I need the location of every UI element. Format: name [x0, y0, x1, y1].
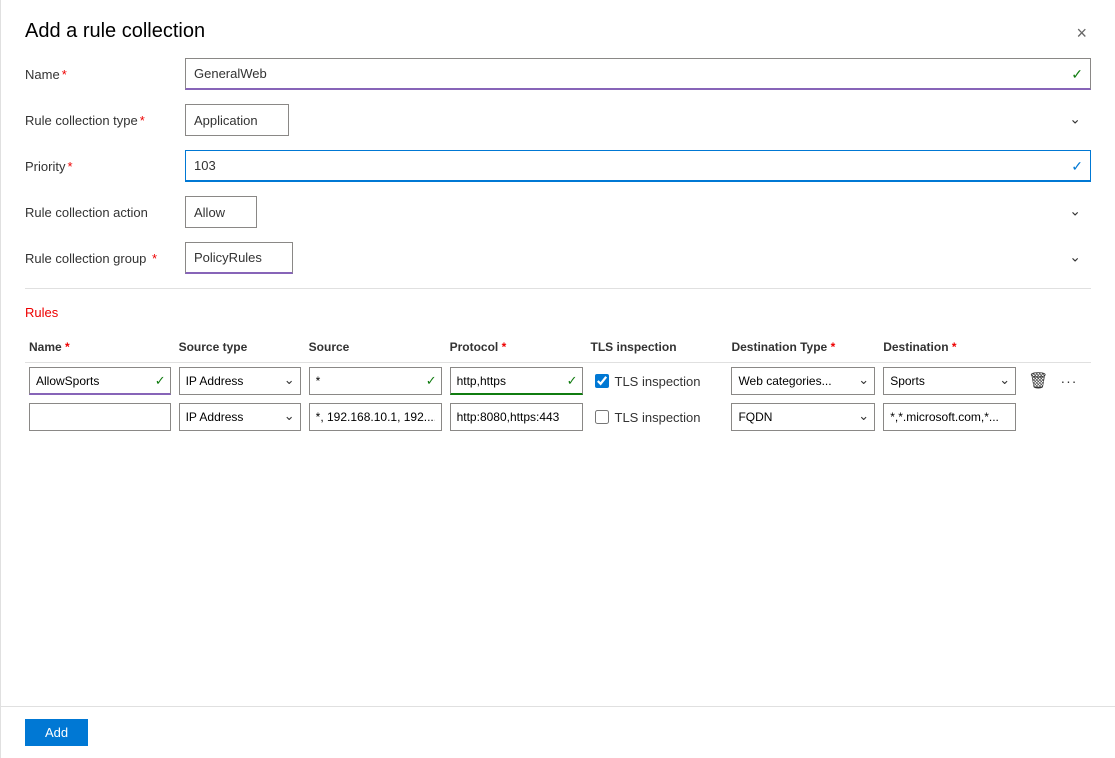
rule-collection-action-select[interactable]: Allow Deny	[185, 196, 257, 228]
row1-dest-type-wrapper: Web categories... FQDN IP Address	[731, 367, 875, 395]
rule-collection-type-select[interactable]: Application Network NAT	[185, 104, 289, 136]
row1-more-button[interactable]: ···	[1056, 371, 1081, 391]
row1-protocol-input[interactable]	[450, 367, 583, 395]
row2-tls-checkbox[interactable]	[595, 410, 609, 424]
rule-collection-group-row: Rule collection group * PolicyRules	[25, 242, 1091, 274]
row2-dest-input[interactable]	[883, 403, 1016, 431]
col-header-source: Source	[305, 336, 446, 363]
row2-source-type-select[interactable]: IP Address	[179, 403, 301, 431]
row1-name-check-icon: ✓	[155, 373, 166, 389]
row1-actions-cell: 🗑 ···	[1020, 363, 1091, 400]
row1-dest-select[interactable]: Sports	[883, 367, 1016, 395]
row1-dest-select-wrap: Sports	[883, 367, 1016, 395]
row2-actions-cell	[1020, 399, 1091, 435]
row1-tls-label: TLS inspection	[615, 374, 701, 389]
table-row: IP Address TLS inspection	[25, 399, 1091, 435]
rule-collection-group-select[interactable]: PolicyRules	[185, 242, 293, 274]
row2-protocol-input[interactable]	[450, 403, 583, 431]
row2-dest-type-cell: FQDN Web categories... IP Address	[727, 399, 879, 435]
row1-actions: 🗑 ···	[1024, 369, 1087, 393]
row1-protocol-cell: ✓	[446, 363, 587, 400]
row1-dest-wrapper: Sports	[883, 367, 1016, 395]
add-button[interactable]: Add	[25, 719, 88, 746]
col-header-dest: Destination *	[879, 336, 1020, 363]
rules-section-label: Rules	[25, 305, 1091, 320]
col-header-protocol: Protocol *	[446, 336, 587, 363]
row1-name-input-wrap: ✓	[29, 367, 171, 395]
rule-collection-action-wrapper: Allow Deny	[185, 196, 1091, 228]
row2-dest-cell	[879, 399, 1020, 435]
row1-source-type-cell: IP Address	[175, 363, 305, 400]
row1-protocol-input-wrap: ✓	[450, 367, 583, 395]
row1-tls-cell: TLS inspection	[587, 363, 728, 400]
divider	[25, 288, 1091, 289]
col-header-source-type: Source type	[175, 336, 305, 363]
row1-dest-cell: Sports	[879, 363, 1020, 400]
name-check-icon: ✓	[1071, 66, 1083, 83]
row1-delete-button[interactable]: 🗑	[1024, 369, 1052, 393]
panel-header: Add a rule collection ×	[1, 0, 1115, 58]
row2-tls-cell: TLS inspection	[587, 399, 728, 435]
table-row: ✓ IP Address ✓	[25, 363, 1091, 400]
rule-collection-action-label: Rule collection action	[25, 205, 185, 220]
row2-source-cell	[305, 399, 446, 435]
row2-name-input[interactable]	[29, 403, 171, 431]
row1-tls-wrapper: TLS inspection	[591, 374, 724, 389]
priority-row: Priority* ✓	[25, 150, 1091, 182]
row1-source-input-wrap: ✓	[309, 367, 442, 395]
name-input-wrapper: ✓	[185, 58, 1091, 90]
add-rule-collection-panel: Add a rule collection × Name* ✓ Rule col…	[0, 0, 1115, 758]
rule-collection-type-wrapper: Application Network NAT	[185, 104, 1091, 136]
priority-input[interactable]	[185, 150, 1091, 182]
panel-title: Add a rule collection	[25, 20, 205, 43]
priority-label: Priority*	[25, 159, 185, 174]
col-header-actions	[1020, 336, 1091, 363]
row2-tls-wrapper: TLS inspection	[591, 410, 724, 425]
row2-source-type-cell: IP Address	[175, 399, 305, 435]
row2-name-cell	[25, 399, 175, 435]
row2-source-input[interactable]	[309, 403, 442, 431]
row1-source-input[interactable]	[309, 367, 442, 395]
name-row: Name* ✓	[25, 58, 1091, 90]
rule-collection-type-label: Rule collection type*	[25, 113, 185, 128]
col-header-tls: TLS inspection	[587, 336, 728, 363]
row1-tls-checkbox[interactable]	[595, 374, 609, 388]
priority-input-wrapper: ✓	[185, 150, 1091, 182]
name-input[interactable]	[185, 58, 1091, 90]
row1-source-check-icon: ✓	[426, 373, 437, 389]
row1-dest-type-select[interactable]: Web categories... FQDN IP Address	[731, 367, 875, 395]
row2-tls-label: TLS inspection	[615, 410, 701, 425]
rule-collection-type-row: Rule collection type* Application Networ…	[25, 104, 1091, 136]
priority-check-icon: ✓	[1071, 158, 1083, 175]
row1-dest-type-cell: Web categories... FQDN IP Address	[727, 363, 879, 400]
row2-protocol-cell	[446, 399, 587, 435]
rule-collection-action-row: Rule collection action Allow Deny	[25, 196, 1091, 228]
row1-protocol-check-icon: ✓	[567, 373, 578, 389]
name-label: Name*	[25, 67, 185, 82]
col-header-dest-type: Destination Type *	[727, 336, 879, 363]
panel-footer: Add	[1, 706, 1115, 758]
row1-name-input[interactable]	[29, 367, 171, 395]
col-header-name: Name *	[25, 336, 175, 363]
row2-dest-type-select[interactable]: FQDN Web categories... IP Address	[731, 403, 875, 431]
row2-dest-type-wrapper: FQDN Web categories... IP Address	[731, 403, 875, 431]
row1-source-cell: ✓	[305, 363, 446, 400]
rules-table: Name * Source type Source Protocol * TLS…	[25, 336, 1091, 435]
row1-name-cell: ✓	[25, 363, 175, 400]
rule-collection-group-wrapper: PolicyRules	[185, 242, 1091, 274]
row1-source-type-wrapper: IP Address	[179, 367, 301, 395]
row1-source-type-select[interactable]: IP Address	[179, 367, 301, 395]
rule-collection-group-label: Rule collection group *	[25, 251, 185, 266]
close-button[interactable]: ×	[1072, 20, 1091, 46]
panel-content: Name* ✓ Rule collection type* Applicatio…	[1, 58, 1115, 706]
row2-source-type-wrapper: IP Address	[179, 403, 301, 431]
